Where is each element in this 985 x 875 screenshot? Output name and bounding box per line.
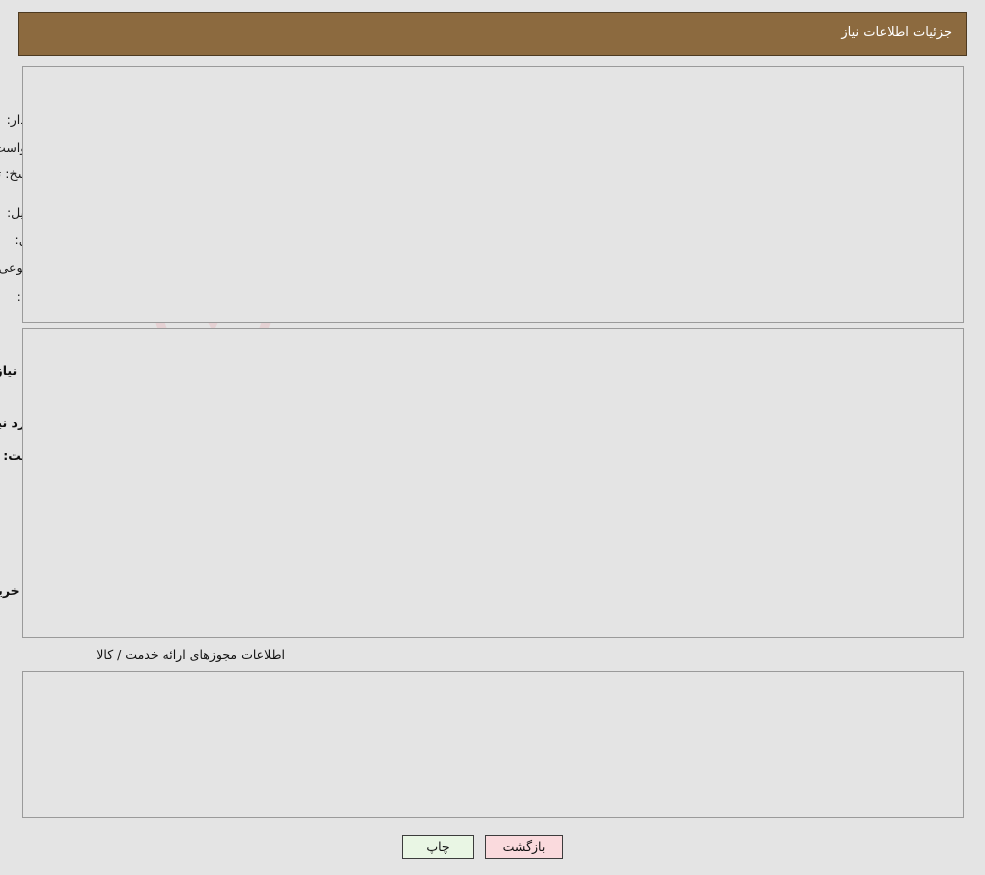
permits-section-heading: اطلاعات مجوزهای ارائه خدمت / کالا xyxy=(96,647,285,662)
page-title: جزئیات اطلاعات نیاز xyxy=(841,25,952,40)
need-summary-panel xyxy=(22,66,964,323)
need-details-panel xyxy=(22,328,964,638)
print-button[interactable]: چاپ xyxy=(402,835,474,859)
back-button[interactable]: بازگشت xyxy=(485,835,563,859)
page-root: AniaTender.net جزئیات اطلاعات نیاز شماره… xyxy=(0,0,985,875)
page-header-bar: جزئیات اطلاعات نیاز xyxy=(18,12,967,56)
permits-panel xyxy=(22,671,964,818)
